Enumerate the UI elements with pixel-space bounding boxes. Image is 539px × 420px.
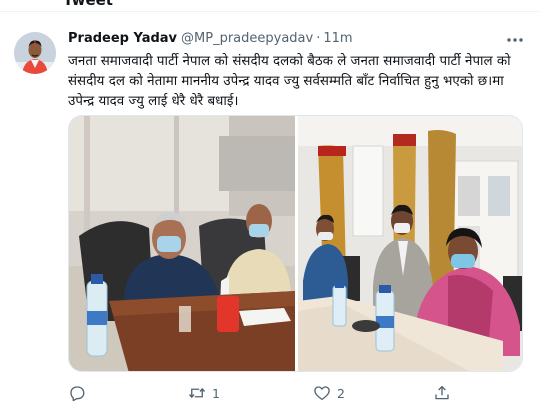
retweet-button[interactable]: 1 (188, 382, 220, 404)
media-grid (68, 115, 523, 372)
tweet-text: जनता समाजवादी पार्टी नेपाल को संसदीय दलक… (68, 54, 511, 109)
photo-image (298, 116, 522, 371)
retweet-count: 1 (212, 385, 220, 401)
media-photo-2[interactable] (298, 116, 522, 371)
reply-icon (70, 386, 85, 402)
retweet-icon (188, 388, 206, 398)
tweet-header: Pradeep Yadav @MP_pradeepyadav · 11m (68, 31, 488, 51)
timestamp[interactable]: 11m (323, 31, 352, 46)
heart-icon (314, 386, 330, 401)
avatar-image (14, 32, 56, 74)
tweet-actions: 1 2 (68, 382, 528, 404)
separator-dot: · (316, 31, 321, 46)
avatar[interactable] (14, 32, 56, 74)
partial-header-title: Tweet (63, 0, 113, 9)
author-handle[interactable]: @MP_pradeepyadav (181, 31, 313, 46)
like-button[interactable]: 2 (313, 382, 345, 404)
author-name[interactable]: Pradeep Yadav (68, 31, 177, 46)
share-icon (435, 385, 449, 400)
share-button[interactable] (433, 382, 451, 404)
more-icon (507, 38, 523, 42)
like-count: 2 (337, 385, 345, 401)
more-options-button[interactable] (503, 30, 527, 50)
photo-image (69, 116, 295, 371)
reply-button[interactable] (68, 382, 92, 404)
top-strip: Tweet (0, 0, 539, 12)
media-photo-1[interactable] (69, 116, 295, 371)
tweet[interactable]: Pradeep Yadav @MP_pradeepyadav · 11m जनत… (0, 12, 539, 420)
